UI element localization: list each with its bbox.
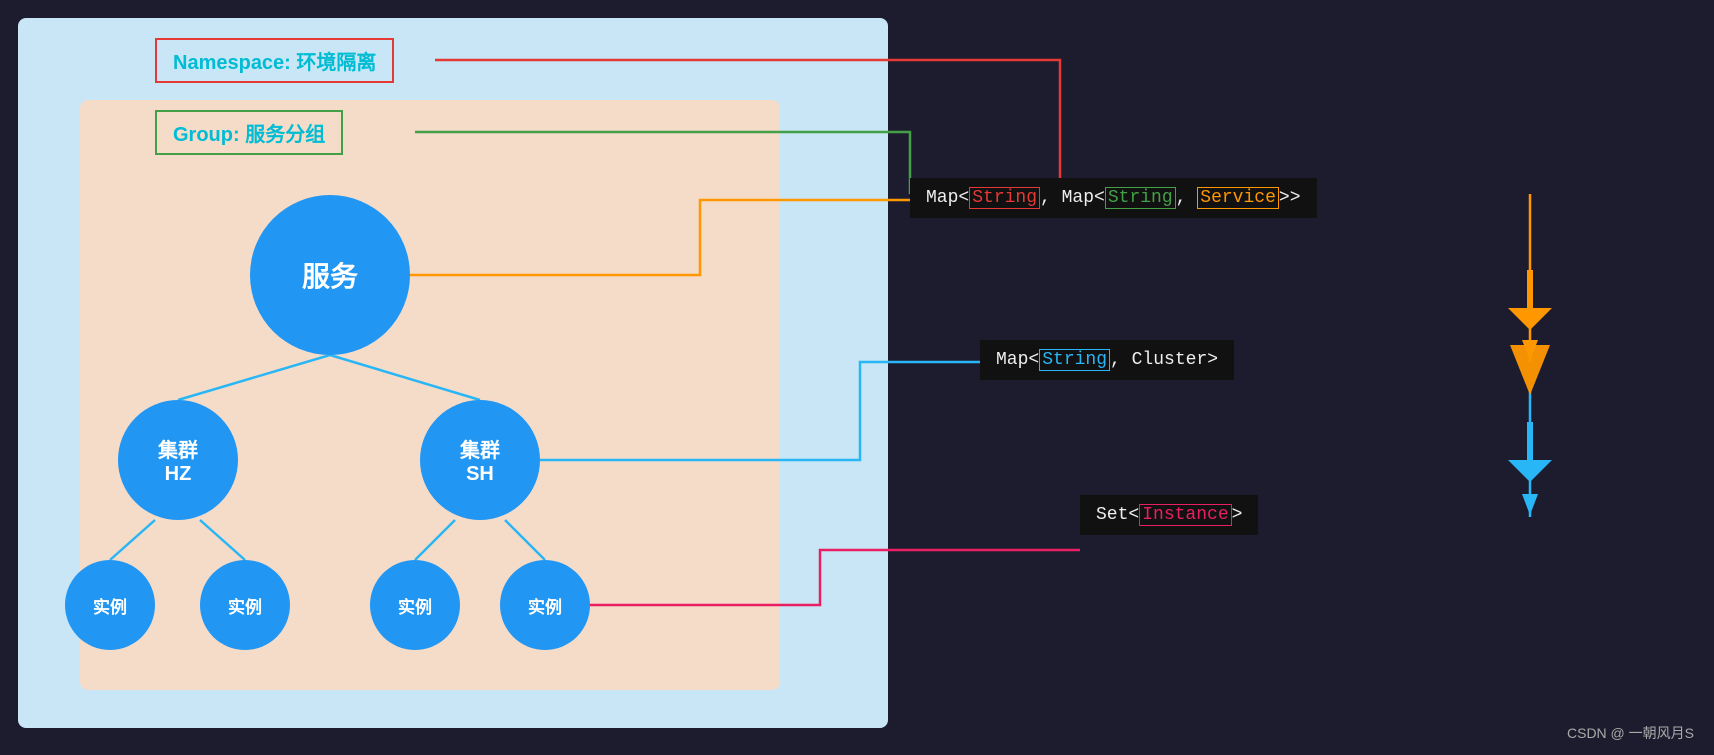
map-string-map-string-service-box: Map<String, Map<String, Service>> bbox=[910, 178, 1317, 218]
instance-1-label: 实例 bbox=[93, 593, 127, 618]
namespace-box: Namespace: 环境隔离 bbox=[155, 38, 394, 83]
group-box: Group: 服务分组 bbox=[155, 110, 343, 155]
instance-4-circle: 实例 bbox=[500, 560, 590, 650]
instance-2-circle: 实例 bbox=[200, 560, 290, 650]
instance-1-circle: 实例 bbox=[65, 560, 155, 650]
map-string-cluster-box: Map<String, Cluster> bbox=[980, 340, 1234, 380]
cluster-hz-circle: 集群 HZ bbox=[118, 400, 238, 520]
service-label: 服务 bbox=[302, 255, 358, 295]
namespace-label: Namespace: 环境隔离 bbox=[173, 52, 376, 74]
watermark: CSDN @ 一朝风月S bbox=[1567, 723, 1694, 743]
instance-4-label: 实例 bbox=[528, 593, 562, 618]
cluster-sh-circle: 集群 SH bbox=[420, 400, 540, 520]
set-instance-box: Set<Instance> bbox=[1080, 495, 1258, 535]
instance-3-circle: 实例 bbox=[370, 560, 460, 650]
instance-2-label: 实例 bbox=[228, 593, 262, 618]
group-label: Group: 服务分组 bbox=[173, 124, 325, 146]
cyan-arrow-down bbox=[1508, 422, 1552, 482]
watermark-text: CSDN @ 一朝风月S bbox=[1567, 725, 1694, 741]
service-circle: 服务 bbox=[250, 195, 410, 355]
cluster-sh-label: 集群 SH bbox=[460, 434, 500, 486]
orange-arrow-down bbox=[1508, 270, 1552, 330]
cluster-hz-label: 集群 HZ bbox=[158, 434, 198, 486]
instance-3-label: 实例 bbox=[398, 593, 432, 618]
